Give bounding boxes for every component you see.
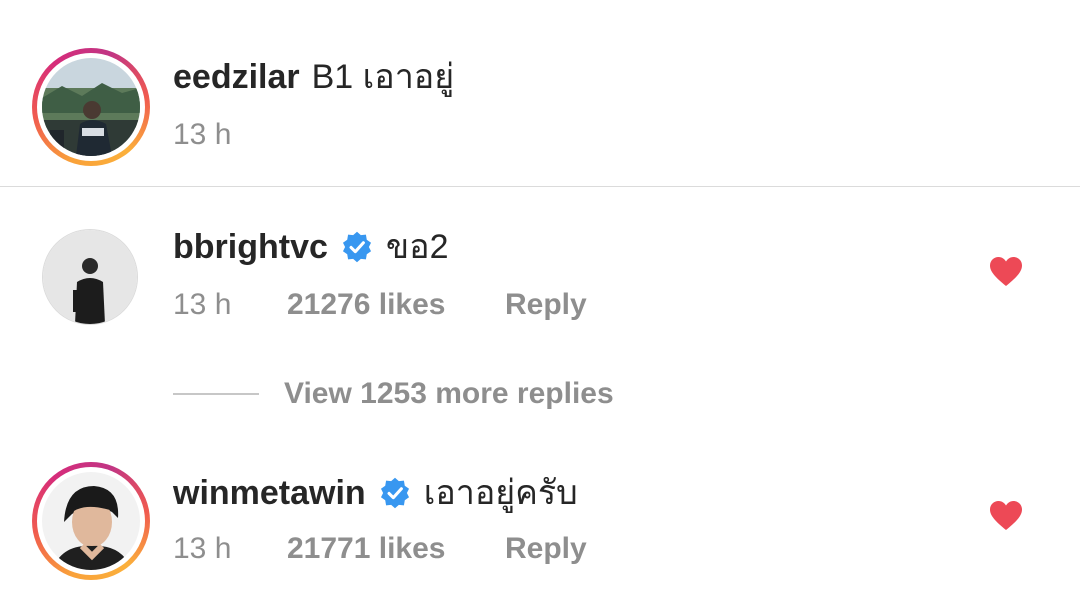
- view-more-replies-label[interactable]: View 1253 more replies: [284, 376, 614, 412]
- timestamp: 13 h: [173, 288, 232, 321]
- comment-text: เอาอยู่ครับ: [423, 474, 578, 512]
- avatar-photo-portrait: [43, 230, 137, 324]
- reply-button[interactable]: Reply: [505, 287, 587, 323]
- comment-meta: 13 h 21276 likes Reply: [173, 287, 587, 323]
- comment-line: eedzilar B1 เอาอยู่: [173, 57, 454, 97]
- avatar-photo: [42, 472, 140, 570]
- reply-button[interactable]: Reply: [505, 531, 587, 567]
- comment-meta: 13 h: [173, 117, 231, 153]
- comment-line: bbrightvc ขอ2: [173, 227, 448, 267]
- view-more-replies[interactable]: View 1253 more replies: [173, 376, 614, 412]
- username[interactable]: bbrightvc: [173, 227, 328, 267]
- avatar-photo-portrait: [42, 472, 140, 570]
- avatar-eedzilar[interactable]: [32, 48, 150, 166]
- heart-icon[interactable]: [989, 500, 1023, 532]
- avatar-photo: [42, 58, 140, 156]
- username[interactable]: winmetawin: [173, 473, 366, 513]
- likes-count[interactable]: 21771 likes: [287, 531, 445, 567]
- avatar-photo-landscape: [42, 58, 140, 156]
- comment-text: ขอ2: [385, 228, 449, 266]
- comment-meta: 13 h 21771 likes Reply: [173, 531, 587, 567]
- divider: [0, 186, 1080, 187]
- timestamp: 13 h: [173, 532, 232, 565]
- comment-text: B1 เอาอยู่: [311, 58, 455, 96]
- heart-icon[interactable]: [989, 256, 1023, 288]
- avatar-inner: [37, 467, 145, 575]
- comment-line: winmetawin เอาอยู่ครับ: [173, 473, 578, 513]
- timestamp: 13 h: [173, 118, 232, 151]
- view-more-line: [173, 393, 259, 395]
- avatar-photo: [43, 230, 137, 324]
- avatar-inner: [37, 53, 145, 161]
- likes-count[interactable]: 21276 likes: [287, 287, 445, 323]
- avatar-bbrightvc[interactable]: [42, 229, 138, 325]
- avatar-winmetawin[interactable]: [32, 462, 150, 580]
- verified-badge-icon: [342, 231, 371, 263]
- verified-badge-icon: [380, 477, 409, 509]
- username[interactable]: eedzilar: [173, 57, 300, 97]
